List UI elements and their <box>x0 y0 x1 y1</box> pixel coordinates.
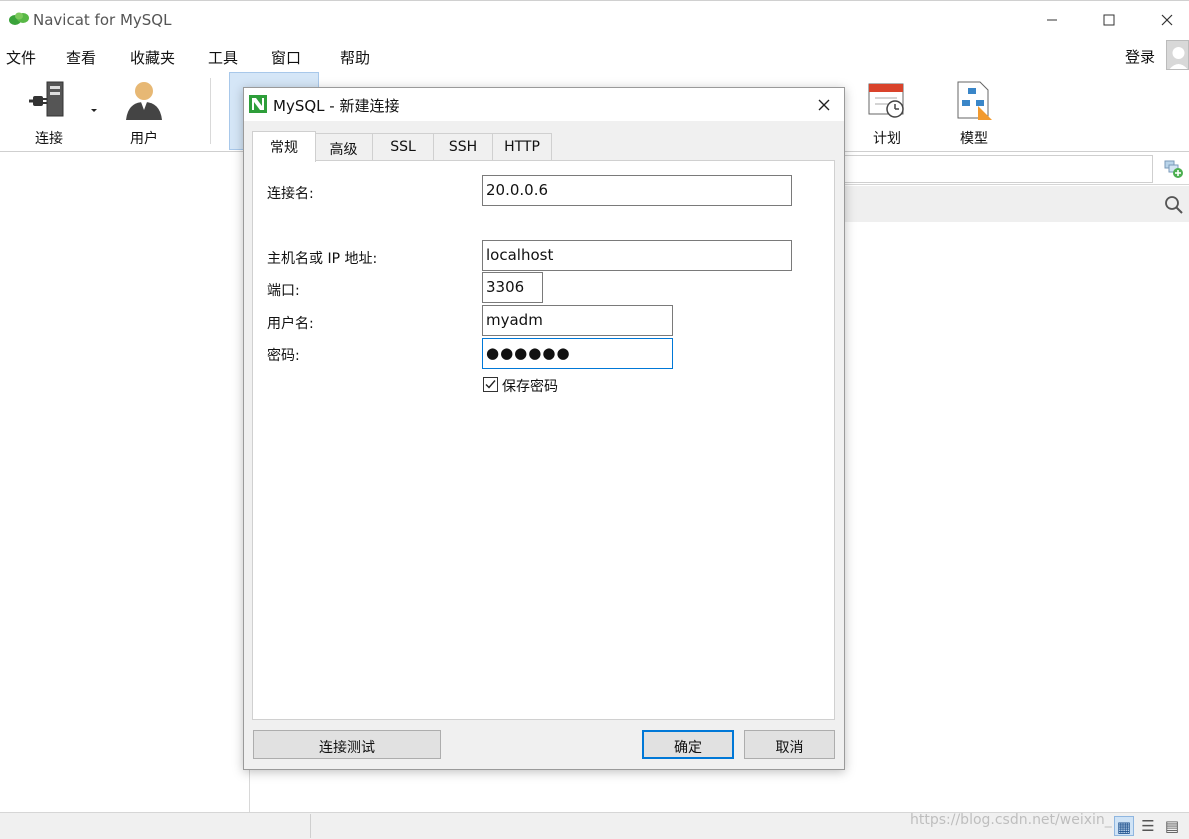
menu-window[interactable]: 窗口 <box>271 47 301 68</box>
host-label: 主机名或 IP 地址: <box>267 251 378 267</box>
statusbar-divider <box>310 814 311 838</box>
schedule-button[interactable]: 计划 <box>855 76 919 148</box>
grid-view-icon[interactable]: ▦ <box>1114 816 1134 836</box>
model-label: 模型 <box>960 131 988 147</box>
menubar: 文件 查看 收藏夹 工具 窗口 帮助 <box>0 40 1189 72</box>
tab-ssh[interactable]: SSH <box>433 133 493 161</box>
close-button[interactable] <box>1147 7 1187 33</box>
detail-view-icon[interactable]: ▤ <box>1162 816 1182 836</box>
connect-button[interactable]: 连接 <box>17 76 81 148</box>
plug-server-icon <box>29 81 64 117</box>
view-mode-group: ▦ ☰ ▤ <box>1114 814 1189 838</box>
window-titlebar: Navicat for MySQL <box>0 0 1189 38</box>
close-icon <box>1161 14 1173 26</box>
connect-label: 连接 <box>35 131 63 147</box>
tab-ssl[interactable]: SSL <box>372 133 434 161</box>
username-label: 用户名: <box>267 316 314 332</box>
close-icon <box>818 99 830 111</box>
user-icon <box>126 82 162 120</box>
tab-general[interactable]: 常规 <box>252 131 316 162</box>
host-field[interactable]: localhost <box>482 240 792 271</box>
dialog-close-button[interactable] <box>810 92 838 118</box>
cancel-button[interactable]: 取消 <box>744 730 835 759</box>
maximize-icon <box>1103 14 1115 26</box>
dialog-titlebar: MySQL - 新建连接 <box>244 88 844 121</box>
menu-tools[interactable]: 工具 <box>208 47 238 68</box>
menu-help[interactable]: 帮助 <box>340 47 370 68</box>
save-password-label[interactable]: 保存密码 <box>502 376 558 396</box>
new-connection-dialog: MySQL - 新建连接 常规 高级 SSL SSH HTTP 连接名: 20.… <box>243 87 845 770</box>
chevron-down-icon[interactable] <box>90 108 98 114</box>
minimize-icon <box>1047 19 1057 21</box>
ok-button[interactable]: 确定 <box>642 730 734 759</box>
test-connection-button[interactable]: 连接测试 <box>253 730 441 759</box>
object-filter-input[interactable] <box>843 155 1153 183</box>
minimize-button[interactable] <box>1032 7 1072 33</box>
connection-tree-pane[interactable] <box>0 153 250 812</box>
general-tab-panel: 连接名: 20.0.0.6 主机名或 IP 地址: localhost 端口: … <box>252 160 835 720</box>
menu-view[interactable]: 查看 <box>66 47 96 68</box>
connection-name-label: 连接名: <box>267 186 314 202</box>
list-view-icon[interactable]: ☰ <box>1138 816 1158 836</box>
dialog-title: MySQL - 新建连接 <box>273 97 400 115</box>
search-icon[interactable] <box>1163 194 1185 216</box>
login-link[interactable]: 登录 <box>1125 46 1155 67</box>
save-password-checkbox[interactable] <box>483 377 498 392</box>
maximize-button[interactable] <box>1089 7 1129 33</box>
tab-http[interactable]: HTTP <box>492 133 552 161</box>
connection-name-field[interactable]: 20.0.0.6 <box>482 175 792 206</box>
model-diagram-icon <box>957 81 992 120</box>
port-label: 端口: <box>267 283 300 299</box>
password-label: 密码: <box>267 348 300 364</box>
menu-file[interactable]: 文件 <box>6 47 36 68</box>
add-connection-icon[interactable] <box>1163 158 1185 180</box>
checkmark-icon <box>485 380 496 389</box>
calendar-clock-icon <box>868 83 904 118</box>
model-button[interactable]: 模型 <box>942 76 1006 148</box>
window-title: Navicat for MySQL <box>33 11 172 29</box>
tab-advanced[interactable]: 高级 <box>314 133 373 161</box>
username-field[interactable]: myadm <box>482 305 673 336</box>
user-silhouette-icon <box>1169 47 1188 69</box>
toolbar-divider <box>210 78 211 144</box>
user-button[interactable]: 用户 <box>112 76 176 148</box>
user-label: 用户 <box>130 131 158 147</box>
menu-favorites[interactable]: 收藏夹 <box>130 47 175 68</box>
navicat-mysql-icon <box>249 95 267 113</box>
port-field[interactable]: 3306 <box>482 272 543 303</box>
navicat-logo-icon <box>9 12 29 25</box>
avatar[interactable] <box>1166 40 1189 70</box>
watermark: https://blog.csdn.net/weixin_ <box>910 812 1112 828</box>
password-field[interactable]: ●●●●●● <box>482 338 673 369</box>
schedule-label: 计划 <box>873 131 901 147</box>
